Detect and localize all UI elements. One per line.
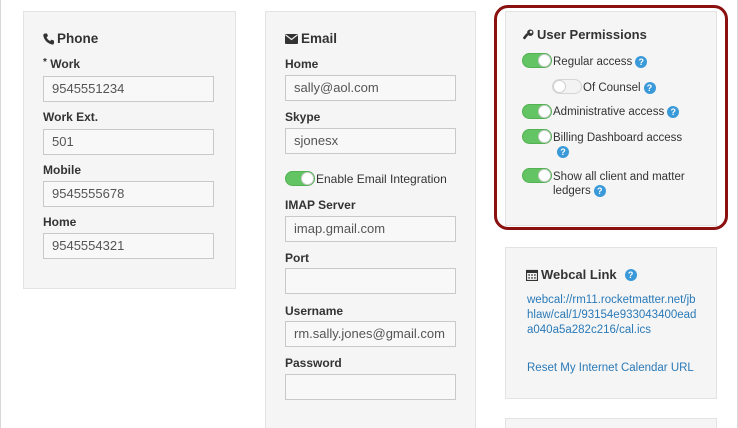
port-field[interactable]	[285, 268, 456, 294]
administrative-access-help-icon[interactable]: ?	[667, 105, 680, 118]
work-phone-field[interactable]: 9545551234	[43, 76, 214, 102]
regular-access-help-icon[interactable]: ?	[635, 55, 648, 68]
work-ext-field[interactable]: 501	[43, 129, 214, 155]
billing-dashboard-label: Billing Dashboard access?	[553, 132, 683, 158]
webcal-title: Webcal Link ?	[526, 267, 637, 282]
of-counsel-help-icon[interactable]: ?	[643, 81, 656, 94]
of-counsel-label: Of Counsel?	[583, 81, 656, 95]
ledgers-toggle[interactable]	[522, 168, 552, 183]
mobile-phone-label: Mobile	[43, 163, 81, 177]
billing-dashboard-toggle[interactable]	[522, 129, 552, 144]
of-counsel-toggle[interactable]	[552, 79, 582, 94]
email-home-field[interactable]: sally@aol.com	[285, 75, 456, 101]
username-label: Username	[285, 304, 344, 318]
webcal-url-link[interactable]: webcal://rm11.rocketmatter.net/jbhlaw/ca…	[527, 293, 699, 338]
phone-icon	[43, 33, 54, 45]
port-label: Port	[285, 251, 309, 265]
email-home-label: Home	[285, 57, 319, 71]
skype-label: Skype	[285, 110, 321, 124]
password-field[interactable]	[285, 374, 456, 400]
ledgers-help-icon[interactable]: ?	[593, 184, 606, 197]
email-integration-label: Enable Email Integration	[316, 172, 447, 186]
email-title: Email	[285, 31, 337, 46]
ledgers-label: Show all client and matter ledgers?	[553, 171, 685, 197]
phone-title: Phone	[43, 31, 98, 46]
webcal-help-icon[interactable]: ?	[624, 268, 637, 281]
imap-field[interactable]: imap.gmail.com	[285, 216, 456, 242]
regular-access-label: Regular access?	[553, 55, 648, 69]
calendar-icon	[526, 269, 538, 281]
regular-access-toggle[interactable]	[522, 53, 552, 68]
skype-field[interactable]: sjonesx	[285, 128, 456, 154]
bottom-panel	[505, 418, 717, 428]
reset-calendar-url-link[interactable]: Reset My Internet Calendar URL	[527, 361, 694, 376]
administrative-access-toggle[interactable]	[522, 104, 552, 119]
permissions-title: User Permissions	[523, 27, 647, 42]
wrench-icon	[523, 29, 534, 41]
work-phone-label: * Work	[43, 57, 81, 71]
home-phone-field[interactable]: 9545554321	[43, 233, 214, 259]
email-integration-toggle[interactable]	[285, 171, 315, 186]
work-ext-label: Work Ext.	[43, 110, 99, 124]
home-phone-label: Home	[43, 215, 77, 229]
password-label: Password	[285, 356, 342, 370]
billing-dashboard-help-icon[interactable]: ?	[557, 145, 569, 158]
username-field[interactable]: rm.sally.jones@gmail.com	[285, 321, 456, 347]
mobile-phone-field[interactable]: 9545555678	[43, 181, 214, 207]
envelope-icon	[285, 33, 298, 44]
imap-label: IMAP Server	[285, 198, 356, 212]
administrative-access-label: Administrative access?	[553, 105, 680, 119]
